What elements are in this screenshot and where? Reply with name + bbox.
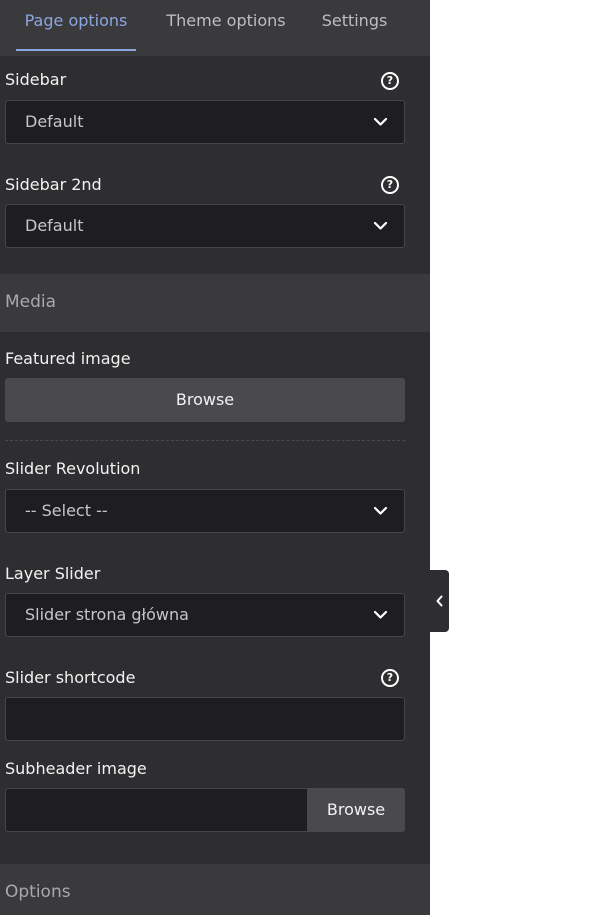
sidebar-2nd-select[interactable]: Default [5, 204, 405, 248]
sidebar-select[interactable]: Default [5, 100, 405, 144]
collapse-panel-button[interactable] [430, 570, 449, 632]
question-circle-icon[interactable]: ? [381, 669, 399, 687]
tab-page-options[interactable]: Page options [16, 0, 136, 51]
sidebar-2nd-select-value: Default [25, 216, 84, 235]
featured-image-label: Featured image [5, 349, 131, 368]
divider [5, 440, 405, 441]
options-section-header[interactable]: Options [0, 864, 430, 915]
tab-settings[interactable]: Settings [312, 0, 397, 51]
tab-theme-options[interactable]: Theme options [155, 0, 297, 51]
layer-slider-select[interactable]: Slider strona główna [5, 593, 405, 637]
question-circle-icon[interactable]: ? [381, 176, 399, 194]
chevron-down-icon [373, 117, 388, 126]
question-circle-icon[interactable]: ? [381, 72, 399, 90]
media-section-header[interactable]: Media [0, 274, 430, 332]
slider-shortcode-input[interactable] [5, 697, 405, 741]
layer-slider-select-value: Slider strona główna [25, 605, 189, 624]
options-section-title: Options [5, 882, 71, 902]
featured-image-browse-button[interactable]: Browse [5, 378, 405, 422]
slider-revolution-select[interactable]: -- Select -- [5, 489, 405, 533]
sidebar-2nd-label: Sidebar 2nd [5, 175, 102, 194]
sidebar-label: Sidebar [5, 70, 67, 89]
chevron-down-icon [373, 221, 388, 230]
chevron-left-icon [436, 595, 443, 607]
tab-bar: Page options Theme options Settings [0, 0, 430, 56]
chevron-down-icon [373, 610, 388, 619]
media-section-title: Media [5, 292, 57, 312]
slider-revolution-select-value: -- Select -- [25, 501, 108, 520]
subheader-image-label: Subheader image [5, 759, 147, 778]
slider-revolution-label: Slider Revolution [5, 459, 141, 478]
sidebar-select-value: Default [25, 112, 84, 131]
subheader-image-input[interactable] [5, 788, 308, 832]
chevron-down-icon [373, 506, 388, 515]
slider-shortcode-label: Slider shortcode [5, 668, 136, 687]
options-panel: Page options Theme options Settings Side… [0, 0, 430, 915]
subheader-image-browse-button[interactable]: Browse [307, 788, 405, 832]
layer-slider-label: Layer Slider [5, 564, 101, 583]
